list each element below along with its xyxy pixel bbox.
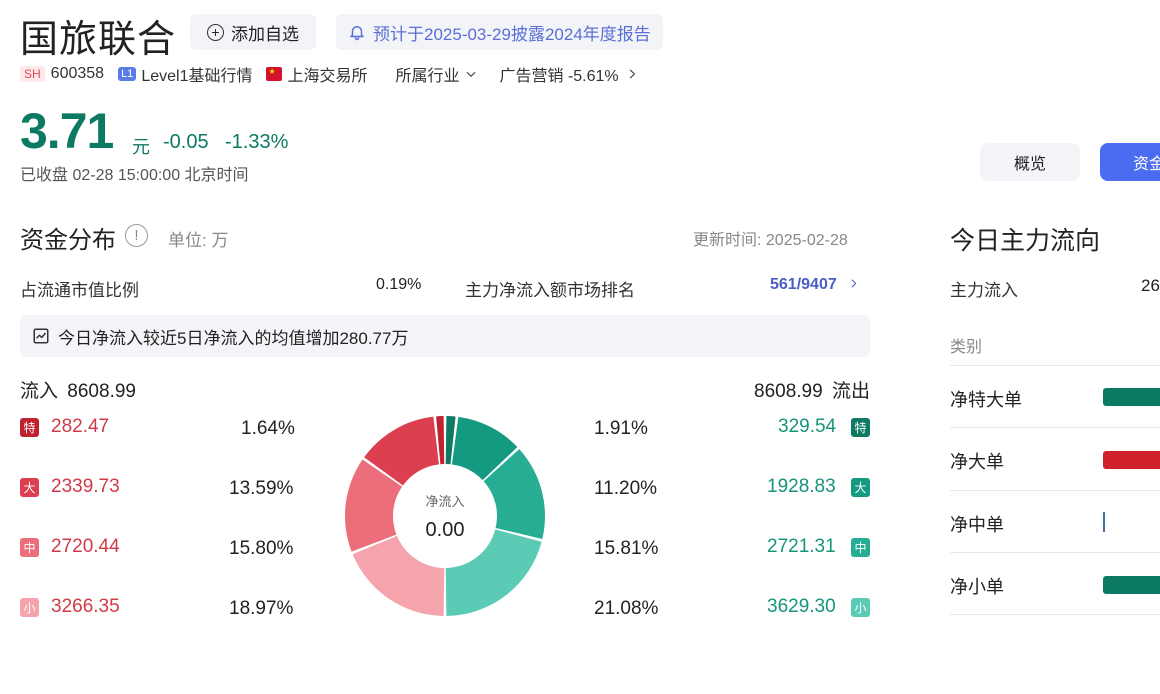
divider <box>950 427 1160 428</box>
net-large-bar <box>1103 451 1160 469</box>
fund-donut-chart: 净流入 0.00 <box>345 416 545 616</box>
outflow-super-large-value: 329.54 <box>778 416 837 437</box>
outflow-large-value: 1928.83 <box>767 476 836 497</box>
outflow-total: 8608.99 流出 <box>754 376 870 403</box>
category-header: 类别 <box>950 339 983 356</box>
industry-link[interactable]: 广告营销 -5.61% <box>500 62 639 86</box>
net-small-label: 净小单 <box>950 577 1004 597</box>
outflow-small-pct: 21.08% <box>594 598 659 619</box>
market-rank-value: 561/9407 <box>770 276 837 293</box>
market-rank-link[interactable]: 561/9407 <box>770 276 860 294</box>
fund-distribution-title: 资金分布 <box>20 227 116 254</box>
inflow-medium-pct: 15.80% <box>229 538 294 559</box>
report-notice[interactable]: 预计于2025-03-29披露2024年度报告 <box>336 14 663 50</box>
trend-chart-icon <box>33 328 49 344</box>
outflow-total-value: 8608.99 <box>754 381 823 402</box>
add-watchlist-label: 添加自选 <box>231 24 299 44</box>
divider <box>950 552 1160 553</box>
divider <box>950 490 1160 491</box>
chevron-right-icon <box>629 69 635 79</box>
main-inflow-label: 主力流入 <box>950 281 1018 300</box>
industry-value: 广告营销 -5.61% <box>499 68 619 85</box>
bell-icon <box>350 26 364 41</box>
net-medium-bar <box>1103 512 1105 532</box>
badge-medium-in: 中 <box>20 538 39 557</box>
inflow-small-value: 3266.35 <box>51 596 120 617</box>
net-super-large-label: 净特大单 <box>950 390 1022 410</box>
net-large-label: 净大单 <box>950 452 1004 472</box>
badge-super-large-in: 特 <box>20 418 39 437</box>
stock-code: 600358 <box>50 65 105 82</box>
net-inflow-tip: 今日净流入较近5日净流入的均值增加280.77万 <box>20 315 870 357</box>
badge-small-out: 小 <box>851 598 870 617</box>
divider <box>950 365 1160 366</box>
badge-super-large-out: 特 <box>851 418 870 437</box>
inflow-total-value: 8608.99 <box>67 381 136 402</box>
donut-segment-in-3 <box>352 535 445 616</box>
price-unit: 元 <box>132 137 150 157</box>
net-small-bar <box>1103 576 1160 594</box>
chevron-right-icon <box>851 279 857 288</box>
inflow-large-pct: 13.59% <box>229 478 294 499</box>
market-label: 上海交易所 <box>287 68 368 85</box>
main-flow-title: 今日主力流向 <box>950 227 1101 255</box>
badge-large-out: 大 <box>851 478 870 497</box>
inflow-super-large-pct: 1.64% <box>241 418 295 439</box>
inflow-large-value: 2339.73 <box>51 476 120 497</box>
outflow-large-pct: 11.20% <box>594 478 658 499</box>
inflow-super-large-value: 282.47 <box>51 416 110 437</box>
badge-large-in: 大 <box>20 478 39 497</box>
exchange-tag: SH <box>20 66 45 82</box>
chevron-down-icon <box>466 71 475 78</box>
level-tag: L1 <box>118 67 137 81</box>
float-ratio-value: 0.19% <box>376 276 422 293</box>
outflow-small-value: 3629.30 <box>767 596 836 617</box>
stock-name: 国旅联合 <box>20 19 177 61</box>
info-icon[interactable]: ! <box>125 224 148 247</box>
net-super-large-bar <box>1103 388 1160 406</box>
market-rank-label: 主力净流入额市场排名 <box>465 281 635 300</box>
industry-dropdown[interactable]: 所属行业 <box>395 62 477 86</box>
china-flag-icon: ★ <box>266 67 283 81</box>
update-time: 更新时间: 2025-02-28 <box>693 232 848 249</box>
plus-circle-icon: + <box>207 23 224 41</box>
current-price: 3.71 <box>20 103 114 159</box>
unit-label: 单位: 万 <box>168 231 229 250</box>
net-medium-label: 净中单 <box>950 515 1004 535</box>
add-watchlist-button[interactable]: + 添加自选 <box>190 14 316 50</box>
level-label[interactable]: Level1基础行情 <box>141 62 252 86</box>
donut-segment-out-3 <box>445 529 542 616</box>
price-change-pct: -1.33% <box>225 131 289 153</box>
donut-center-value: 0.00 <box>426 519 465 541</box>
outflow-label: 流出 <box>831 381 870 402</box>
inflow-total: 流入 8608.99 <box>20 376 136 403</box>
outflow-medium-value: 2721.31 <box>767 536 836 557</box>
stock-meta-row: SH 600358 L1 Level1基础行情 ★ 上海交易所 所属行业 广告营… <box>20 62 639 86</box>
tab-fund[interactable]: 资金 <box>1100 143 1160 181</box>
badge-medium-out: 中 <box>851 538 870 557</box>
outflow-super-large-pct: 1.91% <box>594 418 648 439</box>
float-ratio-label: 占流通市值比例 <box>20 281 139 300</box>
inflow-label: 流入 <box>20 381 59 402</box>
report-notice-text: 预计于2025-03-29披露2024年度报告 <box>373 24 651 44</box>
industry-label: 所属行业 <box>395 68 460 85</box>
market-status: 已收盘 02-28 15:00:00 北京时间 <box>20 167 249 184</box>
outflow-medium-pct: 15.81% <box>594 538 659 559</box>
price-change: -0.05 <box>163 131 209 153</box>
inflow-medium-value: 2720.44 <box>51 536 120 557</box>
badge-small-in: 小 <box>20 598 39 617</box>
divider <box>950 614 1160 615</box>
tab-overview[interactable]: 概览 <box>980 143 1080 181</box>
main-inflow-value: 26 <box>1141 276 1160 295</box>
net-inflow-tip-text: 今日净流入较近5日净流入的均值增加280.77万 <box>58 328 409 348</box>
inflow-small-pct: 18.97% <box>229 598 294 619</box>
donut-center-label: 净流入 <box>425 494 464 509</box>
